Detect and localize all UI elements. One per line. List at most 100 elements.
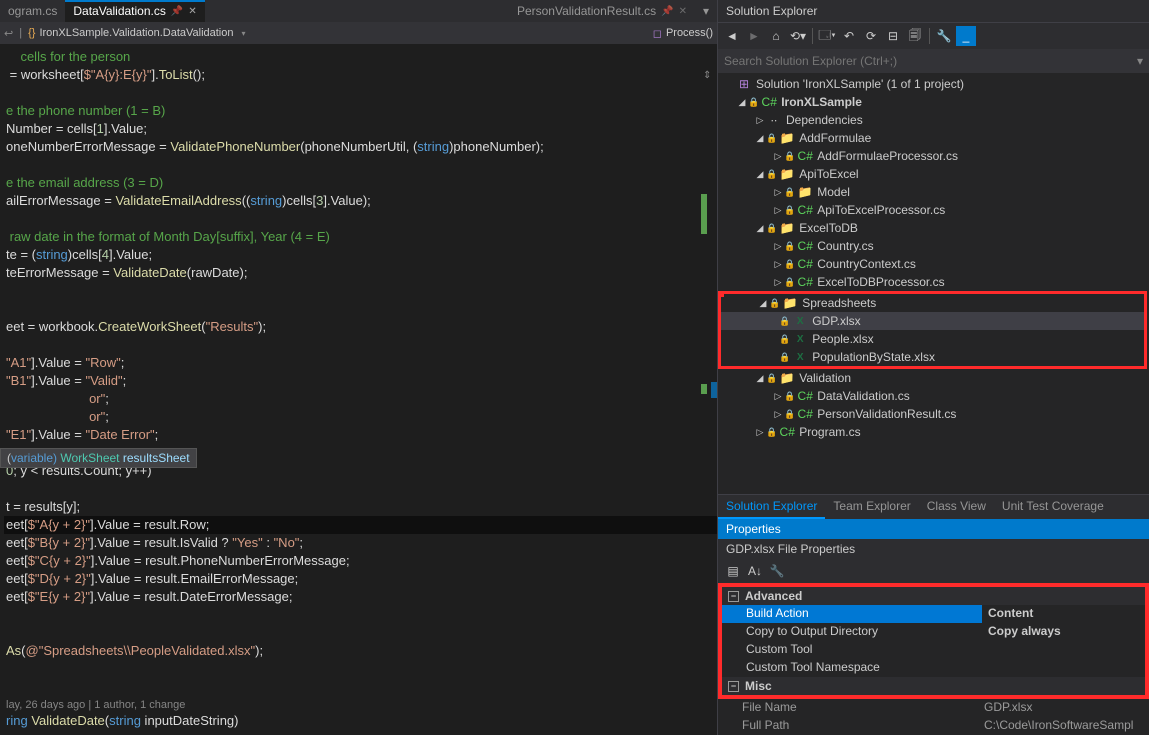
lock-icon: 🔒	[766, 133, 777, 144]
show-all-icon[interactable]: 🗐	[905, 26, 925, 46]
pending-icon[interactable]: ↶	[839, 26, 859, 46]
refresh-icon[interactable]: ⟳	[861, 26, 881, 46]
context-namespace[interactable]: {} IronXLSample.Validation.DataValidatio…	[28, 27, 245, 39]
tree-label: GDP.xlsx	[812, 314, 860, 328]
solution-tree[interactable]: ⊞Solution 'IronXLSample' (1 of 1 project…	[718, 73, 1149, 494]
prop-custom-tool-ns[interactable]: Custom Tool Namespace	[722, 659, 1145, 677]
prop-full-path[interactable]: Full PathC:\Code\IronSoftwareSampl	[718, 717, 1149, 735]
tab-label: PersonValidationResult.cs	[517, 4, 656, 18]
file-exceltodbproc[interactable]: ▷🔒C#ExcelToDBProcessor.cs	[718, 273, 1149, 291]
prop-key: Build Action	[722, 605, 982, 623]
folder-icon: 📁	[779, 371, 795, 385]
prop-value[interactable]: Content	[982, 605, 1145, 623]
folder-addformulae[interactable]: ◢🔒📁AddFormulae	[718, 129, 1149, 147]
lock-icon: 🔒	[779, 334, 790, 345]
folder-model[interactable]: ▷🔒📁Model	[718, 183, 1149, 201]
prop-value[interactable]	[982, 641, 1145, 659]
home-icon[interactable]: ⌂	[766, 26, 786, 46]
file-apitoexcelproc[interactable]: ▷🔒C#ApiToExcelProcessor.cs	[718, 201, 1149, 219]
lock-icon: 🔒	[784, 277, 795, 288]
category-misc[interactable]: −Misc	[722, 677, 1145, 695]
tab-program[interactable]: ogram.cs	[0, 0, 65, 22]
project-node[interactable]: ◢🔒C#IronXLSample	[718, 93, 1149, 111]
code-editor[interactable]: ⇕ cells for the person = worksheet[$"A{y…	[0, 44, 717, 735]
file-population[interactable]: 🔒XPopulationByState.xlsx	[721, 348, 1144, 366]
sync-icon[interactable]: ⟲▾	[788, 26, 808, 46]
tab-unit-test-coverage[interactable]: Unit Test Coverage	[994, 495, 1112, 519]
folder-validation[interactable]: ◢🔒📁Validation	[718, 369, 1149, 387]
tab-solution-explorer[interactable]: Solution Explorer	[718, 495, 825, 519]
prop-custom-tool[interactable]: Custom Tool	[722, 641, 1145, 659]
categorized-icon[interactable]: ▤	[724, 562, 742, 580]
collapse-icon[interactable]: −	[728, 591, 739, 602]
forward-icon[interactable]: ►	[744, 26, 764, 46]
pin-icon[interactable]: 📌	[661, 6, 673, 17]
properties-icon[interactable]: 🔧	[934, 26, 954, 46]
file-countryctx[interactable]: ▷🔒C#CountryContext.cs	[718, 255, 1149, 273]
close-icon[interactable]: ✕	[188, 6, 196, 17]
lock-icon: 🔒	[784, 391, 795, 402]
search-dropdown-icon[interactable]: ▾	[1137, 54, 1143, 68]
context-method-label: Process()	[666, 27, 713, 39]
intellisense-tooltip: (variable) WorkSheet resultsSheet	[0, 448, 197, 468]
folder-exceltodb[interactable]: ◢🔒📁ExcelToDB	[718, 219, 1149, 237]
file-addformulaeproc[interactable]: ▷🔒C#AddFormulaeProcessor.cs	[718, 147, 1149, 165]
back-icon[interactable]: ◄	[722, 26, 742, 46]
prop-key: Custom Tool Namespace	[722, 659, 982, 677]
category-label: Advanced	[745, 589, 802, 603]
tree-label: CountryContext.cs	[817, 257, 916, 271]
file-program[interactable]: ▷🔒C#Program.cs	[718, 423, 1149, 441]
folder-icon: 📁	[779, 167, 795, 181]
lock-icon: 🔒	[766, 169, 777, 180]
tab-label: ogram.cs	[8, 4, 57, 18]
folder-icon: 📁	[782, 296, 798, 310]
tab-class-view[interactable]: Class View	[919, 495, 994, 519]
tree-label: Validation	[799, 371, 851, 385]
collapse-icon[interactable]: ⊟	[883, 26, 903, 46]
tooltip-kind: variable)	[11, 451, 57, 465]
properties-selection: GDP.xlsx File Properties	[718, 539, 1149, 559]
close-icon[interactable]: ✕	[679, 6, 687, 17]
tree-label: AddFormulaeProcessor.cs	[817, 149, 958, 163]
cs-icon: C#	[797, 257, 813, 271]
category-advanced[interactable]: −Advanced	[722, 587, 1145, 605]
alphabetical-icon[interactable]: A↓	[746, 562, 764, 580]
tree-label: ApiToExcel	[799, 167, 858, 181]
preview-icon[interactable]: _	[956, 26, 976, 46]
tree-label: ExcelToDBProcessor.cs	[817, 275, 944, 289]
prop-file-name[interactable]: File NameGDP.xlsx	[718, 699, 1149, 717]
prop-copy-output[interactable]: Copy to Output DirectoryCopy always	[722, 623, 1145, 641]
tab-label: DataValidation.cs	[73, 4, 166, 18]
solution-node[interactable]: ⊞Solution 'IronXLSample' (1 of 1 project…	[718, 75, 1149, 93]
file-people[interactable]: 🔒XPeople.xlsx	[721, 330, 1144, 348]
file-datavalidation[interactable]: ▷🔒C#DataValidation.cs	[718, 387, 1149, 405]
prop-key: Full Path	[718, 717, 978, 735]
prop-key: File Name	[718, 699, 978, 717]
lock-icon: 🔒	[779, 352, 790, 363]
explorer-search[interactable]: ▾	[718, 49, 1149, 73]
file-country[interactable]: ▷🔒C#Country.cs	[718, 237, 1149, 255]
file-personvr[interactable]: ▷🔒C#PersonValidationResult.cs	[718, 405, 1149, 423]
file-gdp[interactable]: 🔒XGDP.xlsx	[721, 312, 1144, 330]
collapse-icon[interactable]: −	[728, 681, 739, 692]
prop-build-action[interactable]: Build ActionContent	[722, 605, 1145, 623]
tabs-overflow[interactable]: ▾	[695, 0, 717, 22]
prop-value[interactable]	[982, 659, 1145, 677]
dependencies-node[interactable]: ▷∙∙Dependencies	[718, 111, 1149, 129]
context-method[interactable]: ◻ Process()	[653, 27, 713, 40]
tree-label: ExcelToDB	[799, 221, 858, 235]
nav-back-icon[interactable]: ↩	[4, 27, 13, 40]
search-input[interactable]	[724, 54, 1137, 68]
cs-icon: C#	[797, 203, 813, 217]
tab-datavalidation[interactable]: DataValidation.cs 📌 ✕	[65, 0, 204, 22]
prop-value[interactable]: Copy always	[982, 623, 1145, 641]
tab-team-explorer[interactable]: Team Explorer	[825, 495, 918, 519]
properties-icon[interactable]: 🔧	[768, 562, 786, 580]
folder-spreadsheets[interactable]: ◢🔒📁Spreadsheets	[721, 294, 1144, 312]
folder-apitoexcel[interactable]: ◢🔒📁ApiToExcel	[718, 165, 1149, 183]
lock-icon: 🔒	[784, 409, 795, 420]
pin-icon[interactable]: 📌	[171, 6, 183, 17]
method-icon: ◻	[653, 27, 662, 40]
tab-personvalidation[interactable]: PersonValidationResult.cs 📌 ✕	[509, 0, 695, 22]
switch-view-icon[interactable]: 🗔▾	[817, 26, 837, 46]
